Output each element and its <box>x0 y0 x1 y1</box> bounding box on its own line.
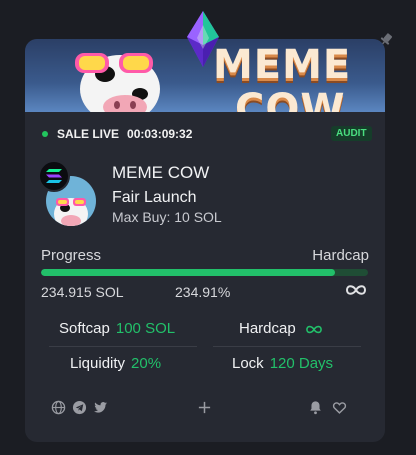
launch-type: Fair Launch <box>112 189 197 206</box>
progress-percent: 234.91% <box>175 284 231 300</box>
banner-subtitle: COW <box>235 86 346 112</box>
lock-label: Lock <box>232 355 264 372</box>
project-name: MEME COW <box>112 163 210 182</box>
lock-value: 120 Days <box>269 355 334 372</box>
softcap-stat: Softcap 100 SOL <box>59 320 175 337</box>
audit-badge[interactable]: AUDIT <box>331 126 372 141</box>
lock-stat: Lock 120 Days <box>232 355 333 372</box>
divider <box>213 346 361 347</box>
globe-icon[interactable] <box>51 400 66 415</box>
live-dot <box>42 131 48 137</box>
max-buy: Max Buy: 10 SOL <box>112 209 222 225</box>
card-actions <box>308 400 353 415</box>
cow-illustration <box>75 53 160 112</box>
social-links <box>51 400 114 415</box>
presale-card[interactable]: MEME COW <box>25 39 385 442</box>
progress-bar-fill <box>41 269 336 276</box>
progress-label: Progress <box>41 247 102 264</box>
hardcap-stat: Hardcap <box>239 320 324 337</box>
twitter-icon[interactable] <box>93 400 108 415</box>
divider <box>49 346 197 347</box>
sale-status: SALE LIVE 00:03:09:32 <box>42 126 192 142</box>
liquidity-stat: Liquidity 20% <box>70 355 161 372</box>
hardcap-label: Hardcap <box>239 320 296 337</box>
heart-icon[interactable] <box>332 400 347 415</box>
raised-amount: 234.915 SOL <box>41 284 124 300</box>
countdown-timer: 00:03:09:32 <box>127 127 193 141</box>
softcap-label: Softcap <box>59 320 110 337</box>
plus-icon[interactable] <box>197 400 212 415</box>
add-action <box>197 400 218 415</box>
banner-title: MEME <box>213 42 352 88</box>
bell-icon[interactable] <box>308 400 323 415</box>
solana-icon <box>38 160 70 192</box>
hardcap-header-label: Hardcap <box>312 247 369 264</box>
infinity-icon <box>345 285 367 295</box>
progress-bar <box>41 269 368 276</box>
infinity-icon <box>306 325 322 333</box>
liquidity-value: 20% <box>131 355 162 372</box>
sale-status-label: SALE LIVE <box>57 127 120 141</box>
softcap-value: 100 SOL <box>115 320 176 337</box>
telegram-icon[interactable] <box>72 400 87 415</box>
liquidity-label: Liquidity <box>70 355 126 372</box>
diamond-logo-icon <box>187 11 219 67</box>
